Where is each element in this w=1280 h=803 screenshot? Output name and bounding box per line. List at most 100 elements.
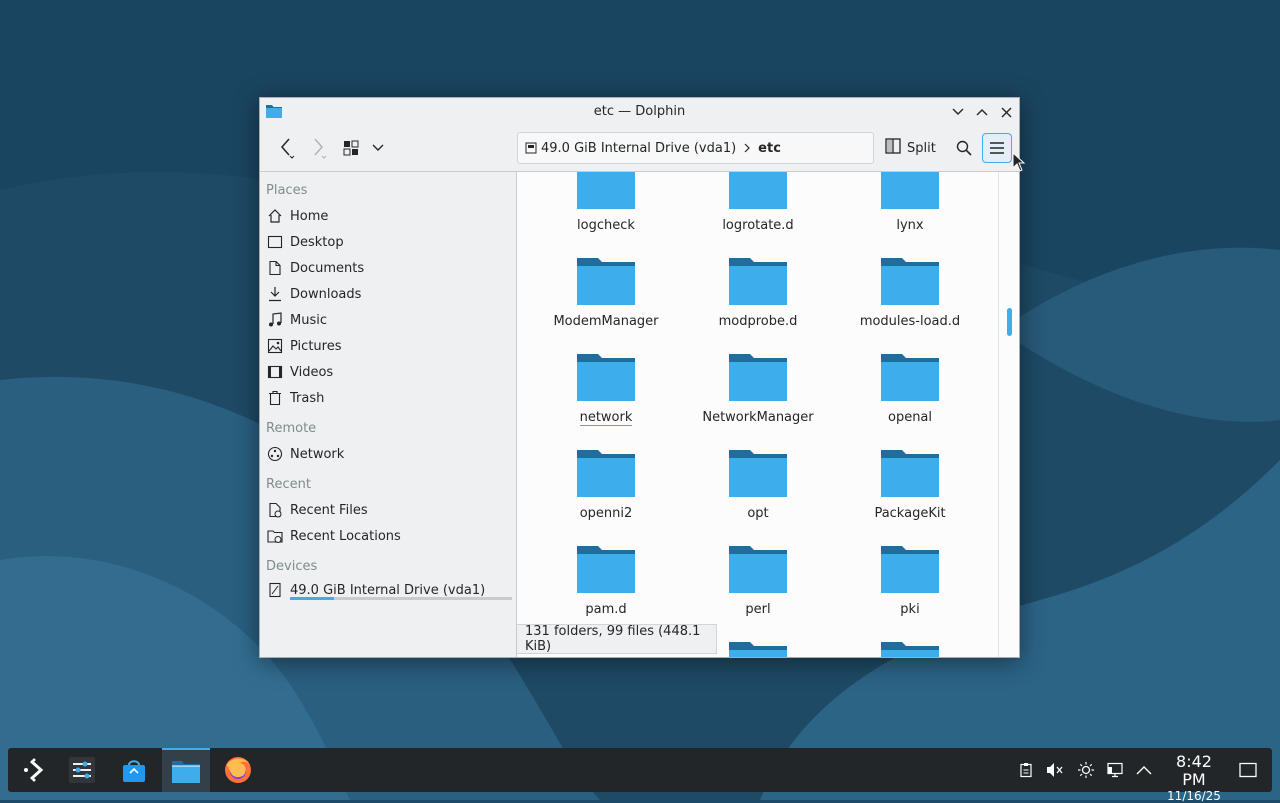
section-recent: Recent bbox=[266, 477, 311, 492]
breadcrumb-drive[interactable]: 49.0 GiB Internal Drive (vda1) bbox=[541, 141, 736, 156]
back-button[interactable] bbox=[274, 133, 300, 163]
sidebar-item-label: Network bbox=[290, 446, 345, 462]
close-button[interactable] bbox=[996, 102, 1016, 122]
split-label: Split bbox=[907, 140, 936, 156]
sidebar-item-label: Desktop bbox=[290, 234, 344, 250]
folder-item[interactable]: logrotate.d bbox=[688, 172, 828, 233]
network-wired-icon[interactable] bbox=[1106, 760, 1126, 780]
sidebar-item-desktop[interactable]: Desktop bbox=[266, 231, 511, 253]
brightness-icon[interactable] bbox=[1076, 760, 1096, 780]
folder-item[interactable]: pki bbox=[840, 540, 980, 617]
folder-icon bbox=[881, 642, 939, 657]
file-view[interactable]: logcheck logrotate.d lynx ModemManager modpr… bbox=[516, 172, 1019, 657]
clock-time: 8:42 PM bbox=[1176, 752, 1212, 789]
folder-name: perl bbox=[745, 602, 771, 617]
folder-icon bbox=[729, 258, 787, 305]
folder-name: modules-load.d bbox=[859, 314, 961, 329]
dolphin-icon[interactable] bbox=[162, 748, 210, 792]
documents-icon bbox=[266, 259, 284, 277]
folder-item[interactable]: openni2 bbox=[536, 444, 676, 521]
folder-item[interactable]: opt bbox=[688, 444, 828, 521]
folder-icon bbox=[881, 450, 939, 497]
drive-icon bbox=[266, 581, 284, 599]
maximize-button[interactable] bbox=[972, 102, 992, 122]
downloads-icon bbox=[266, 285, 284, 303]
sidebar-item-videos[interactable]: Videos bbox=[266, 361, 511, 383]
hamburger-menu-button[interactable] bbox=[982, 133, 1012, 163]
show-desktop-icon[interactable] bbox=[1238, 760, 1258, 780]
folder-item[interactable]: modprobe.d bbox=[688, 252, 828, 329]
folder-icon bbox=[577, 172, 635, 209]
section-devices: Devices bbox=[266, 559, 318, 574]
folder-item[interactable]: openal bbox=[840, 348, 980, 425]
split-button[interactable]: Split bbox=[881, 133, 940, 163]
sidebar-item-downloads[interactable]: Downloads bbox=[266, 283, 511, 305]
folder-name: modprobe.d bbox=[718, 314, 798, 329]
folder-icon bbox=[577, 546, 635, 593]
folder-item[interactable]: lynx bbox=[840, 172, 980, 233]
recent-files-icon bbox=[266, 501, 284, 519]
sidebar-item-pictures[interactable]: Pictures bbox=[266, 335, 511, 357]
mouse-cursor-icon bbox=[1012, 152, 1026, 172]
folder-name: opt bbox=[747, 506, 769, 521]
drive-icon bbox=[525, 142, 537, 154]
split-view-icon bbox=[885, 138, 901, 158]
folder-item[interactable]: modules-load.d bbox=[840, 252, 980, 329]
folder-item[interactable]: perl bbox=[688, 540, 828, 617]
folder-item[interactable]: logcheck bbox=[536, 172, 676, 233]
view-mode-dropdown-icon[interactable] bbox=[368, 133, 388, 163]
discover-icon[interactable] bbox=[112, 748, 156, 792]
folder-icon bbox=[577, 354, 635, 401]
forward-button[interactable] bbox=[306, 133, 332, 163]
folder-item[interactable]: NetworkManager bbox=[688, 348, 828, 425]
folder-icon bbox=[729, 354, 787, 401]
breadcrumb-current[interactable]: etc bbox=[758, 141, 781, 156]
network-icon bbox=[266, 445, 284, 463]
sidebar-item-trash[interactable]: Trash bbox=[266, 387, 511, 409]
folder-name: pam.d bbox=[585, 602, 627, 617]
folder-item[interactable]: ModemManager bbox=[536, 252, 676, 329]
sidebar-item-label: Videos bbox=[290, 364, 334, 380]
folder-icon bbox=[729, 450, 787, 497]
sidebar-item-label: 49.0 GiB Internal Drive (vda1) bbox=[290, 582, 486, 598]
clock-date: 11/16/25 bbox=[1167, 789, 1221, 803]
minimize-button[interactable] bbox=[948, 102, 968, 122]
clipboard-icon[interactable] bbox=[1016, 760, 1036, 780]
folder-icon bbox=[881, 546, 939, 593]
search-icon[interactable] bbox=[952, 133, 976, 163]
title-bar[interactable]: etc — Dolphin bbox=[260, 98, 1019, 126]
sidebar-item-recent-locations[interactable]: Recent Locations bbox=[266, 525, 511, 547]
firefox-icon[interactable] bbox=[216, 748, 260, 792]
chevron-right-icon bbox=[744, 143, 751, 153]
sidebar-item-label: Documents bbox=[290, 260, 365, 276]
folder-item[interactable] bbox=[840, 636, 980, 657]
folder-icon bbox=[881, 258, 939, 305]
folder-name: network bbox=[579, 410, 633, 426]
toolbar: 49.0 GiB Internal Drive (vda1) etc Split bbox=[260, 126, 1019, 172]
application-launcher-icon[interactable] bbox=[12, 748, 56, 792]
folder-item[interactable]: pam.d bbox=[536, 540, 676, 617]
vertical-scrollbar[interactable] bbox=[998, 172, 1019, 657]
folder-item[interactable]: PackageKit bbox=[840, 444, 980, 521]
places-panel: Places Home Desktop Documents Downloads … bbox=[260, 172, 516, 657]
folder-name: PackageKit bbox=[874, 506, 946, 521]
section-places: Places bbox=[266, 183, 308, 198]
videos-icon bbox=[266, 363, 284, 381]
sidebar-item-label: Downloads bbox=[290, 286, 362, 302]
scrollbar-thumb[interactable] bbox=[1007, 308, 1012, 336]
system-settings-icon[interactable] bbox=[60, 748, 104, 792]
location-bar[interactable]: 49.0 GiB Internal Drive (vda1) etc bbox=[517, 132, 874, 164]
folder-name: logrotate.d bbox=[722, 218, 794, 233]
sidebar-item-network[interactable]: Network bbox=[266, 443, 511, 465]
sidebar-item-music[interactable]: Music bbox=[266, 309, 511, 331]
sidebar-item-recent-files[interactable]: Recent Files bbox=[266, 499, 511, 521]
sidebar-item-label: Recent Locations bbox=[290, 528, 401, 544]
sidebar-item-home[interactable]: Home bbox=[266, 205, 511, 227]
folder-item[interactable]: network bbox=[536, 348, 676, 426]
sidebar-item-documents[interactable]: Documents bbox=[266, 257, 511, 279]
volume-muted-icon[interactable] bbox=[1045, 760, 1065, 780]
view-mode-icons-icon[interactable] bbox=[340, 133, 362, 163]
digital-clock[interactable]: 8:42 PM 11/16/25 bbox=[1162, 753, 1226, 803]
tray-expand-icon[interactable] bbox=[1134, 760, 1154, 780]
sidebar-item-label: Home bbox=[290, 208, 329, 224]
